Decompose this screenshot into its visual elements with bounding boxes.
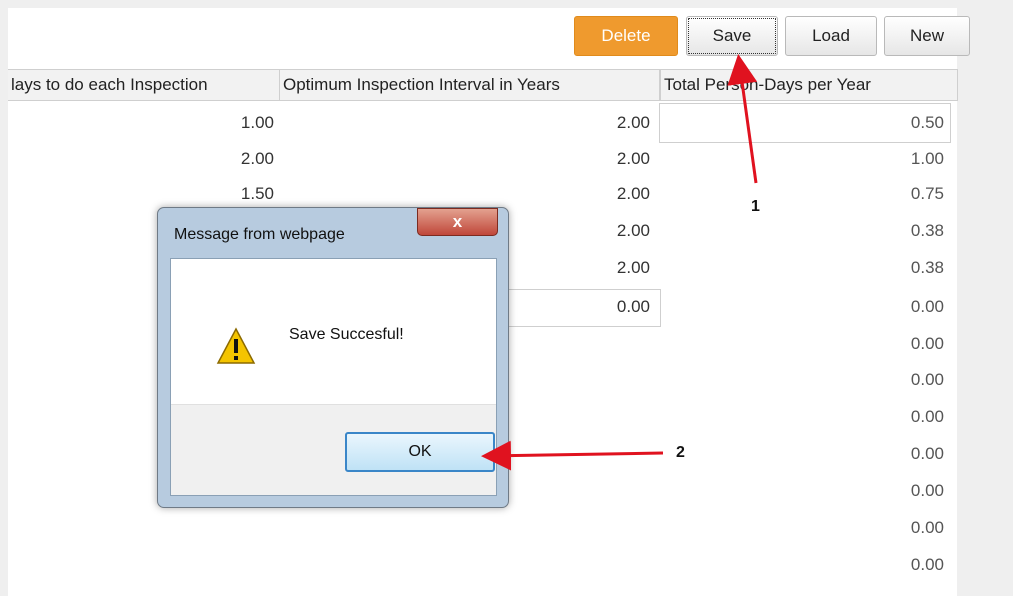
arrow-to-ok (481, 440, 664, 471)
annotation-marker-2: 2 (676, 444, 685, 461)
annotation-marker-1: 1 (751, 198, 760, 215)
arrow-to-save (727, 54, 758, 184)
annotation-arrows (481, 54, 758, 471)
